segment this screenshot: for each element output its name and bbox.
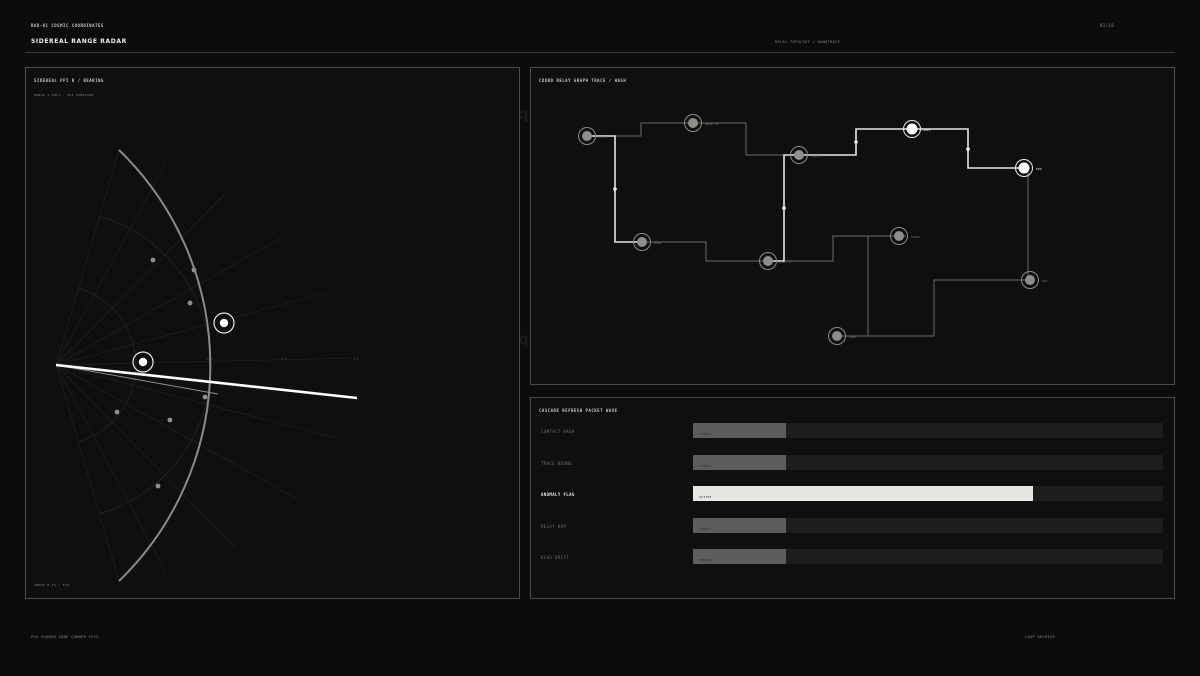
cascade-bar-fill: STABLE xyxy=(693,423,786,438)
graph-node-n4[interactable]: TRACE xyxy=(903,120,932,138)
range-tick-label: 1.5 xyxy=(353,357,359,361)
header-divider xyxy=(25,52,1175,53)
range-tick-label: 0.5 xyxy=(207,357,213,361)
sweep-beam xyxy=(55,363,358,400)
cascade-bar-track[interactable]: ACTIVE xyxy=(693,486,1163,501)
contact-dot[interactable] xyxy=(187,300,193,306)
cascade-title: CASCADE REFRESH PACKET WAVE xyxy=(539,408,618,413)
contact-dot[interactable] xyxy=(167,417,173,423)
cascade-row-label: ANOMALY FLAG xyxy=(541,492,575,497)
relay-graph[interactable]: VOID-A RELAY-B NODE-C TRACE PIN HASH RELAY-E CR… xyxy=(531,68,1176,386)
radar-outer-arc xyxy=(118,149,212,582)
graph-node-label: ARC xyxy=(1042,279,1048,283)
cascade-bar-tag: STABLE xyxy=(699,432,712,436)
relay-graph-panel: COORD RELAY GRAPH TRACE / HASH VOID-A RE… xyxy=(530,67,1175,385)
page-index: 01/18 xyxy=(1100,23,1115,28)
graph-node-n5[interactable]: PIN xyxy=(1015,159,1042,177)
graph-node-label: CROSS xyxy=(911,235,920,239)
cascade-bar-fill: STABLE xyxy=(693,454,786,470)
graph-node-label: EDGE xyxy=(849,335,856,339)
cascade-bar-track[interactable]: STABLE xyxy=(693,454,1163,470)
cascade-bar-track[interactable]: STABLE xyxy=(693,517,1163,533)
header-center-caption: RELAY TOPOLOGY / HANDTRACE xyxy=(775,40,841,44)
page-title: SIDEREAL RANGE RADAR xyxy=(31,38,127,45)
cascade-row-label: TRACE BOUND xyxy=(541,460,572,466)
graph-node-label: VOID-A xyxy=(597,135,608,139)
cascade-panel: CASCADE REFRESH PACKET WAVE CONTACT HASH… xyxy=(530,397,1175,599)
cascade-row-label: RELAY HOP xyxy=(541,523,567,529)
graph-node-n2[interactable]: RELAY-B xyxy=(684,114,718,132)
range-ring xyxy=(56,209,211,521)
graph-node-label: RELAY-E xyxy=(778,260,791,264)
bearing-spokes xyxy=(55,149,357,582)
contact-dot[interactable] xyxy=(114,409,120,415)
cascade-bar-tag: SIMPLE xyxy=(699,558,712,562)
graph-node-label: RELAY-B xyxy=(705,122,718,126)
radar-panel: SIDEREAL PPI R / BEARING RANGE 1 UNIT · … xyxy=(25,67,520,599)
cascade-bar-fill: ACTIVE xyxy=(693,486,1033,501)
cascade-bar-tag: ACTIVE xyxy=(699,495,712,499)
graph-node-label: HASH xyxy=(654,241,661,245)
contact-dot[interactable] xyxy=(202,394,208,400)
footer-right: LOOP ARCHIVE xyxy=(1025,635,1056,639)
cascade-bar-tag: STABLE xyxy=(699,526,712,531)
header-code: RAD-01 COSMIC COORDINATES xyxy=(31,23,104,28)
footer-left: POS SHARED ZONE CORNER X2Y3 xyxy=(31,635,99,639)
contact-dot[interactable] xyxy=(155,483,161,489)
target-marker[interactable] xyxy=(213,312,235,334)
range-tick-label: 1.0 xyxy=(281,357,287,361)
cascade-bar-track[interactable]: STABLE xyxy=(693,423,1163,438)
graph-node-n9[interactable]: ARC xyxy=(1021,271,1048,289)
graph-node-label: TRACE xyxy=(922,128,931,132)
cascade-row-label: ECHO DRIFT xyxy=(541,555,570,560)
graph-node-label: NODE-C xyxy=(811,154,822,158)
contact-dot[interactable] xyxy=(150,257,156,263)
contact-dot[interactable] xyxy=(191,267,197,273)
radar-scope[interactable]: 0.5 1.0 1.5 xyxy=(26,68,521,600)
cascade-bar-fill: SIMPLE xyxy=(693,549,786,564)
graph-node-label: PIN xyxy=(1036,167,1042,171)
cascade-row-label: CONTACT HASH xyxy=(541,429,575,434)
cascade-bar-fill: STABLE xyxy=(693,517,786,533)
cascade-bar-tag: STABLE xyxy=(699,463,712,468)
range-ring xyxy=(56,284,137,446)
cascade-bar-track[interactable]: SIMPLE xyxy=(693,549,1163,564)
